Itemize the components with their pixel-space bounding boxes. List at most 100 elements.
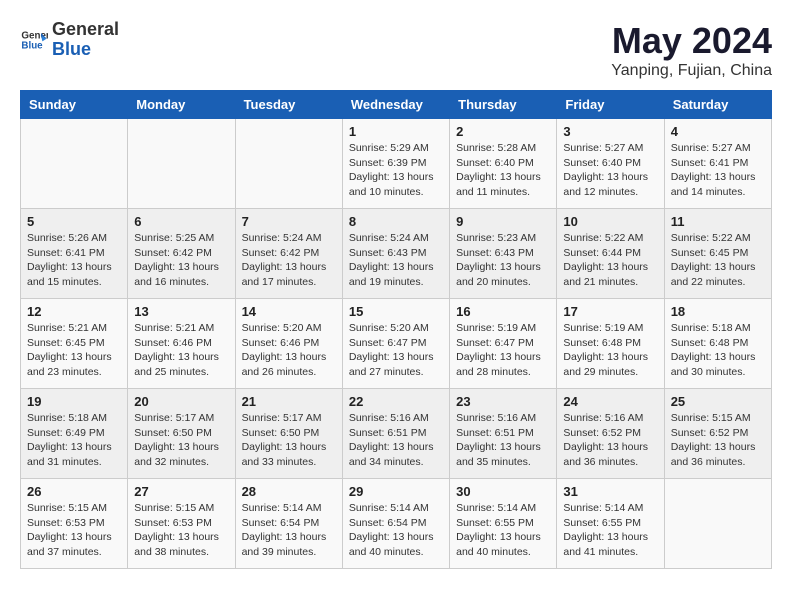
calendar-cell: 14 Sunrise: 5:20 AMSunset: 6:46 PMDayligh… bbox=[235, 299, 342, 389]
day-info: Sunrise: 5:21 AMSunset: 6:45 PMDaylight:… bbox=[27, 321, 121, 380]
calendar-cell: 19 Sunrise: 5:18 AMSunset: 6:49 PMDayligh… bbox=[21, 389, 128, 479]
day-info: Sunrise: 5:25 AMSunset: 6:42 PMDaylight:… bbox=[134, 231, 228, 290]
day-number: 13 bbox=[134, 304, 228, 319]
calendar-cell: 29 Sunrise: 5:14 AMSunset: 6:54 PMDayligh… bbox=[342, 479, 449, 569]
day-info: Sunrise: 5:14 AMSunset: 6:55 PMDaylight:… bbox=[456, 501, 550, 560]
day-number: 29 bbox=[349, 484, 443, 499]
day-number: 1 bbox=[349, 124, 443, 139]
calendar-cell: 5 Sunrise: 5:26 AMSunset: 6:41 PMDaylight… bbox=[21, 209, 128, 299]
calendar-cell: 21 Sunrise: 5:17 AMSunset: 6:50 PMDayligh… bbox=[235, 389, 342, 479]
day-info: Sunrise: 5:17 AMSunset: 6:50 PMDaylight:… bbox=[242, 411, 336, 470]
calendar-cell: 9 Sunrise: 5:23 AMSunset: 6:43 PMDaylight… bbox=[450, 209, 557, 299]
calendar-cell: 26 Sunrise: 5:15 AMSunset: 6:53 PMDayligh… bbox=[21, 479, 128, 569]
header: General Blue General Blue May 2024 Yanpi… bbox=[20, 20, 772, 80]
calendar-cell bbox=[21, 119, 128, 209]
svg-text:Blue: Blue bbox=[21, 40, 43, 51]
calendar-table: SundayMondayTuesdayWednesdayThursdayFrid… bbox=[20, 90, 772, 569]
day-number: 3 bbox=[563, 124, 657, 139]
day-number: 10 bbox=[563, 214, 657, 229]
header-day-thursday: Thursday bbox=[450, 91, 557, 119]
calendar-cell: 17Sunrise: 5:19 AMSunset: 6:48 PMDayligh… bbox=[557, 299, 664, 389]
day-info: Sunrise: 5:20 AMSunset: 6:47 PMDaylight:… bbox=[349, 321, 443, 380]
day-info: Sunrise: 5:16 AMSunset: 6:51 PMDaylight:… bbox=[349, 411, 443, 470]
day-info: Sunrise: 5:19 AMSunset: 6:47 PMDaylight:… bbox=[456, 321, 550, 380]
logo-blue: Blue bbox=[52, 40, 119, 60]
day-number: 24 bbox=[563, 394, 657, 409]
calendar-cell: 10 Sunrise: 5:22 AMSunset: 6:44 PMDayligh… bbox=[557, 209, 664, 299]
day-number: 2 bbox=[456, 124, 550, 139]
day-info: Sunrise: 5:22 AMSunset: 6:44 PMDaylight:… bbox=[563, 231, 657, 290]
day-number: 18 bbox=[671, 304, 765, 319]
header-day-friday: Friday bbox=[557, 91, 664, 119]
day-number: 22 bbox=[349, 394, 443, 409]
header-day-saturday: Saturday bbox=[664, 91, 771, 119]
calendar-subtitle: Yanping, Fujian, China bbox=[611, 62, 772, 80]
day-number: 19 bbox=[27, 394, 121, 409]
day-info: Sunrise: 5:26 AMSunset: 6:41 PMDaylight:… bbox=[27, 231, 121, 290]
calendar-cell bbox=[128, 119, 235, 209]
logo-general: General bbox=[52, 20, 119, 40]
day-number: 26 bbox=[27, 484, 121, 499]
header-row: SundayMondayTuesdayWednesdayThursdayFrid… bbox=[21, 91, 772, 119]
calendar-cell: 20 Sunrise: 5:17 AMSunset: 6:50 PMDayligh… bbox=[128, 389, 235, 479]
title-section: May 2024 Yanping, Fujian, China bbox=[611, 20, 772, 80]
calendar-cell: 23Sunrise: 5:16 AMSunset: 6:51 PMDayligh… bbox=[450, 389, 557, 479]
day-number: 23 bbox=[456, 394, 550, 409]
header-day-sunday: Sunday bbox=[21, 91, 128, 119]
logo-icon: General Blue bbox=[20, 26, 48, 54]
day-info: Sunrise: 5:16 AMSunset: 6:52 PMDaylight:… bbox=[563, 411, 657, 470]
calendar-title: May 2024 bbox=[611, 20, 772, 62]
calendar-cell: 18 Sunrise: 5:18 AMSunset: 6:48 PMDayligh… bbox=[664, 299, 771, 389]
day-number: 5 bbox=[27, 214, 121, 229]
day-info: Sunrise: 5:28 AMSunset: 6:40 PMDaylight:… bbox=[456, 141, 550, 200]
day-number: 31 bbox=[563, 484, 657, 499]
header-day-tuesday: Tuesday bbox=[235, 91, 342, 119]
day-info: Sunrise: 5:15 AMSunset: 6:53 PMDaylight:… bbox=[27, 501, 121, 560]
calendar-cell: 27Sunrise: 5:15 AMSunset: 6:53 PMDayligh… bbox=[128, 479, 235, 569]
day-info: Sunrise: 5:17 AMSunset: 6:50 PMDaylight:… bbox=[134, 411, 228, 470]
day-info: Sunrise: 5:18 AMSunset: 6:49 PMDaylight:… bbox=[27, 411, 121, 470]
day-info: Sunrise: 5:24 AMSunset: 6:42 PMDaylight:… bbox=[242, 231, 336, 290]
day-number: 15 bbox=[349, 304, 443, 319]
week-row-5: 26 Sunrise: 5:15 AMSunset: 6:53 PMDayligh… bbox=[21, 479, 772, 569]
day-number: 7 bbox=[242, 214, 336, 229]
day-info: Sunrise: 5:21 AMSunset: 6:46 PMDaylight:… bbox=[134, 321, 228, 380]
day-number: 14 bbox=[242, 304, 336, 319]
day-number: 11 bbox=[671, 214, 765, 229]
day-number: 4 bbox=[671, 124, 765, 139]
day-info: Sunrise: 5:27 AMSunset: 6:40 PMDaylight:… bbox=[563, 141, 657, 200]
day-number: 6 bbox=[134, 214, 228, 229]
day-info: Sunrise: 5:24 AMSunset: 6:43 PMDaylight:… bbox=[349, 231, 443, 290]
calendar-cell: 31 Sunrise: 5:14 AMSunset: 6:55 PMDayligh… bbox=[557, 479, 664, 569]
day-info: Sunrise: 5:15 AMSunset: 6:52 PMDaylight:… bbox=[671, 411, 765, 470]
day-info: Sunrise: 5:29 AMSunset: 6:39 PMDaylight:… bbox=[349, 141, 443, 200]
day-number: 20 bbox=[134, 394, 228, 409]
week-row-4: 19 Sunrise: 5:18 AMSunset: 6:49 PMDayligh… bbox=[21, 389, 772, 479]
calendar-cell: 25Sunrise: 5:15 AMSunset: 6:52 PMDayligh… bbox=[664, 389, 771, 479]
day-info: Sunrise: 5:14 AMSunset: 6:55 PMDaylight:… bbox=[563, 501, 657, 560]
calendar-cell: 22 Sunrise: 5:16 AMSunset: 6:51 PMDayligh… bbox=[342, 389, 449, 479]
calendar-cell: 1 Sunrise: 5:29 AMSunset: 6:39 PMDaylight… bbox=[342, 119, 449, 209]
calendar-cell bbox=[664, 479, 771, 569]
day-info: Sunrise: 5:14 AMSunset: 6:54 PMDaylight:… bbox=[349, 501, 443, 560]
day-info: Sunrise: 5:22 AMSunset: 6:45 PMDaylight:… bbox=[671, 231, 765, 290]
calendar-cell: 6 Sunrise: 5:25 AMSunset: 6:42 PMDaylight… bbox=[128, 209, 235, 299]
day-info: Sunrise: 5:20 AMSunset: 6:46 PMDaylight:… bbox=[242, 321, 336, 380]
day-number: 21 bbox=[242, 394, 336, 409]
day-info: Sunrise: 5:27 AMSunset: 6:41 PMDaylight:… bbox=[671, 141, 765, 200]
day-number: 28 bbox=[242, 484, 336, 499]
day-info: Sunrise: 5:23 AMSunset: 6:43 PMDaylight:… bbox=[456, 231, 550, 290]
day-number: 8 bbox=[349, 214, 443, 229]
day-info: Sunrise: 5:19 AMSunset: 6:48 PMDaylight:… bbox=[563, 321, 657, 380]
header-day-monday: Monday bbox=[128, 91, 235, 119]
calendar-cell: 4 Sunrise: 5:27 AMSunset: 6:41 PMDaylight… bbox=[664, 119, 771, 209]
calendar-cell: 15 Sunrise: 5:20 AMSunset: 6:47 PMDayligh… bbox=[342, 299, 449, 389]
day-info: Sunrise: 5:15 AMSunset: 6:53 PMDaylight:… bbox=[134, 501, 228, 560]
calendar-cell: 3 Sunrise: 5:27 AMSunset: 6:40 PMDaylight… bbox=[557, 119, 664, 209]
day-info: Sunrise: 5:18 AMSunset: 6:48 PMDaylight:… bbox=[671, 321, 765, 380]
day-number: 9 bbox=[456, 214, 550, 229]
calendar-cell bbox=[235, 119, 342, 209]
calendar-cell: 2 Sunrise: 5:28 AMSunset: 6:40 PMDaylight… bbox=[450, 119, 557, 209]
calendar-cell: 8 Sunrise: 5:24 AMSunset: 6:43 PMDaylight… bbox=[342, 209, 449, 299]
calendar-cell: 24 Sunrise: 5:16 AMSunset: 6:52 PMDayligh… bbox=[557, 389, 664, 479]
